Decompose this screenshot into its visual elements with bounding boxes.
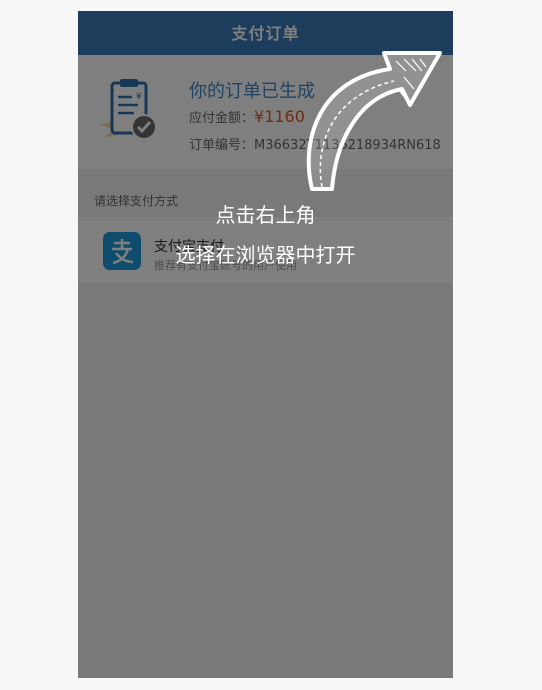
open-in-browser-overlay[interactable]: 点击右上角 选择在浏览器中打开 <box>78 11 453 678</box>
overlay-hint-line1: 点击右上角 <box>215 203 316 227</box>
phone-screen: 支付订单 ¥ 你的订单已生成 应付金额：¥1160 <box>78 11 453 678</box>
curved-arrow-up-right-icon <box>306 51 442 191</box>
overlay-hint-line2: 选择在浏览器中打开 <box>175 243 356 267</box>
